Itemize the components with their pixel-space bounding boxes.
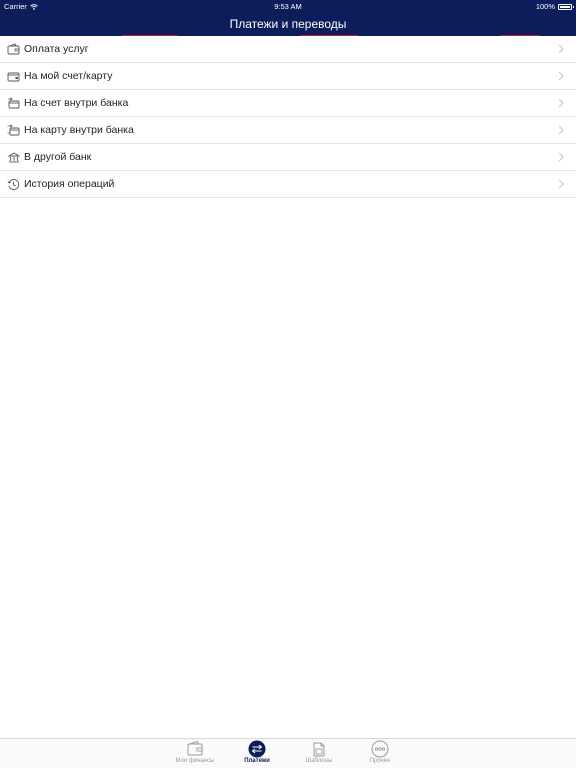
status-bar: Carrier 9:53 AM 100%: [0, 0, 576, 12]
transfer-arrows-icon: [248, 740, 266, 758]
menu-item-own-account[interactable]: На мой счет/карту: [0, 63, 576, 90]
templates-icon: [313, 742, 325, 757]
menu-item-card-transfer[interactable]: На карту внутри банка: [0, 117, 576, 144]
menu-item-service-payment[interactable]: Оплата услуг: [0, 36, 576, 63]
menu-item-label: На карту внутри банка: [24, 124, 134, 136]
other-bank-icon: [6, 150, 20, 164]
tab-more[interactable]: Прочее: [350, 739, 410, 768]
more-icon: [371, 740, 389, 758]
chevron-right-icon: [558, 179, 564, 189]
menu-item-label: Оплата услуг: [24, 43, 89, 55]
tab-label: Прочее: [369, 758, 391, 764]
chevron-right-icon: [558, 71, 564, 81]
tab-payments[interactable]: Платежи: [227, 739, 287, 768]
bank-account-icon: [6, 96, 20, 110]
card-wallet-icon: [6, 69, 20, 83]
menu-item-bank-account-transfer[interactable]: На счет внутри банка: [0, 90, 576, 117]
battery-indicator: 100%: [535, 2, 574, 11]
navigation-bar: Платежи и переводы: [0, 12, 576, 36]
chevron-right-icon: [558, 125, 564, 135]
menu-item-operations-history[interactable]: История операций: [0, 171, 576, 198]
menu-item-other-bank[interactable]: В другой банк: [0, 144, 576, 171]
tab-templates[interactable]: Шаблоны: [289, 739, 349, 768]
tab-label: Мои финансы: [175, 758, 215, 764]
chevron-right-icon: [558, 44, 564, 54]
battery-percent: 100%: [535, 2, 555, 11]
status-time: 9:53 AM: [274, 2, 302, 11]
tab-bar: Мои финансы Платежи Шаблоны Прочее: [0, 738, 576, 768]
tab-my-finances[interactable]: Мои финансы: [165, 739, 225, 768]
menu-item-label: В другой банк: [24, 151, 92, 163]
page-title: Платежи и переводы: [229, 17, 347, 31]
wallet-icon: [6, 42, 20, 56]
card-transfer-icon: [6, 123, 20, 137]
menu-item-label: История операций: [24, 178, 115, 190]
battery-icon: [558, 3, 574, 10]
tab-label: Шаблоны: [305, 758, 333, 764]
payments-menu: Оплата услуг На мой счет/карту На счет в…: [0, 36, 576, 198]
menu-item-label: На мой счет/карту: [24, 70, 113, 82]
menu-item-label: На счет внутри банка: [24, 97, 129, 109]
wallet-icon: [187, 740, 203, 756]
tab-label: Платежи: [244, 758, 270, 764]
chevron-right-icon: [558, 98, 564, 108]
chevron-right-icon: [558, 152, 564, 162]
history-icon: [6, 177, 20, 191]
